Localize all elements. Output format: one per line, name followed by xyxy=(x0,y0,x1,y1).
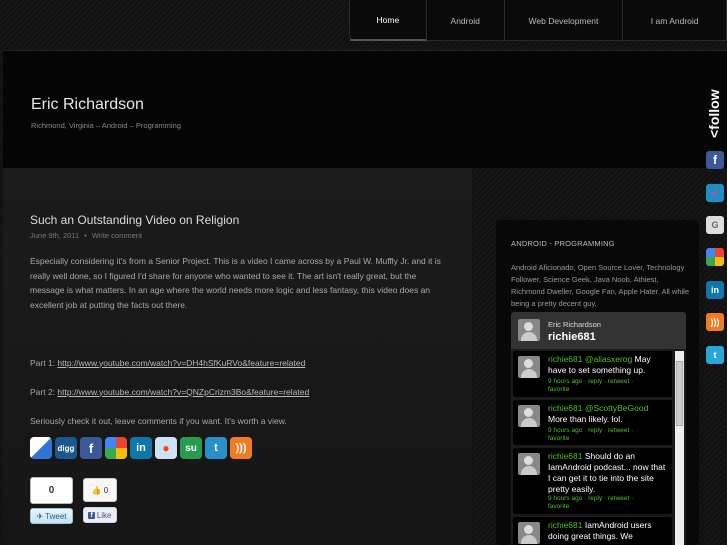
retweet-link[interactable]: retweet xyxy=(608,378,629,385)
nav-web-development[interactable]: Web Development xyxy=(505,0,624,41)
linkedin-icon[interactable]: in xyxy=(706,281,724,299)
top-navigation: Home Android Web Development I am Androi… xyxy=(349,0,727,41)
google-icon[interactable]: G xyxy=(706,216,724,234)
site-title[interactable]: Eric Richardson xyxy=(31,96,144,114)
sidebar-description: Android Aficionado, Open Source Lover, T… xyxy=(511,263,690,308)
thumbs-up-icon: 👍 xyxy=(91,485,102,495)
tweet-meta: 9 hours ago · reply · retweet · favorite xyxy=(548,427,634,442)
tweet-mention[interactable]: @ScottyBeGood xyxy=(585,403,648,413)
avatar[interactable] xyxy=(518,522,540,544)
tweet-text: More than likely. lol. xyxy=(548,414,623,424)
post-meta: June 9th, 2011 • Write comment xyxy=(30,231,142,240)
favorite-link[interactable]: favorite xyxy=(548,435,569,442)
twitter-bird-icon: ✈ xyxy=(36,511,44,521)
tweet-list: richie681 @aliasxerog May have to set so… xyxy=(511,349,686,545)
retweet-link[interactable]: retweet xyxy=(608,427,629,434)
foursquare-icon[interactable]: ✔ xyxy=(706,184,724,202)
nav-android[interactable]: Android xyxy=(427,0,505,41)
google-icon[interactable] xyxy=(105,437,127,459)
delicious-icon[interactable] xyxy=(30,437,52,459)
tweet-item: richie681 @ScottyBeGood More than likely… xyxy=(513,400,672,445)
post-date: June 9th, 2011 xyxy=(30,231,80,240)
facebook-icon[interactable]: f xyxy=(706,151,724,169)
twitter-username[interactable]: richie681 xyxy=(548,331,596,343)
facebook-like-button[interactable]: f Like xyxy=(83,507,117,523)
twitter-display-name: Eric Richardson xyxy=(548,320,601,329)
tweet-meta: 9 hours ago · reply · retweet · favorite xyxy=(548,495,634,510)
post-title[interactable]: Such an Outstanding Video on Religion xyxy=(30,213,239,227)
tweet-count: 0 xyxy=(30,477,73,504)
reply-link[interactable]: reply xyxy=(588,495,602,502)
twitter-widget: Eric Richardson richie681 richie681 @ali… xyxy=(511,312,686,545)
post-body: Especially considering it's from a Senio… xyxy=(30,254,450,443)
part2-line: Part 2: http://www.youtube.com/watch?v=Q… xyxy=(30,386,310,397)
tweet-item: richie681 @aliasxerog May have to set so… xyxy=(513,351,672,397)
part1-link[interactable]: http://www.youtube.com/watch?v=DH4hSfKuR… xyxy=(57,358,305,368)
reply-link[interactable]: reply xyxy=(588,378,602,385)
tweet-mention[interactable]: @aliasxerog xyxy=(585,354,632,364)
digg-icon[interactable]: digg xyxy=(55,437,77,459)
tweet-item: richie681 Should do an IamAndroid podcas… xyxy=(513,448,672,514)
site-header: Eric Richardson Richmond, Virginia – And… xyxy=(3,50,727,168)
like-count: 👍 0 xyxy=(83,478,117,502)
nav-home[interactable]: Home xyxy=(350,0,427,41)
meta-separator: • xyxy=(84,231,87,240)
facebook-icon[interactable]: f xyxy=(80,437,102,459)
follow-label: <follow xyxy=(706,89,722,139)
part2-link[interactable]: http://www.youtube.com/watch?v=QNZpCrizm… xyxy=(57,387,309,397)
facebook-icon: f xyxy=(88,511,95,519)
write-comment-link[interactable]: Write comment xyxy=(92,231,142,240)
avatar[interactable] xyxy=(518,356,540,378)
nav-i-am-android[interactable]: I am Android xyxy=(623,0,726,41)
twitter-icon[interactable]: t xyxy=(205,437,227,459)
avatar[interactable] xyxy=(518,405,540,427)
site-tagline: Richmond, Virginia – Android – Programmi… xyxy=(31,121,181,130)
twitter-icon[interactable]: t xyxy=(706,346,724,364)
tweet-meta: 9 hours ago · reply · retweet · favorite xyxy=(548,378,634,393)
post-paragraph: Especially considering it's from a Senio… xyxy=(30,256,441,310)
scrollbar-thumb[interactable] xyxy=(676,361,683,426)
reply-link[interactable]: reply xyxy=(588,427,602,434)
tweet-item: richie681 IamAndroid users doing great t… xyxy=(513,517,672,545)
retweet-link[interactable]: retweet xyxy=(608,495,629,502)
post-closing: Seriously check it out, leave comments i… xyxy=(30,415,287,426)
avatar[interactable] xyxy=(518,319,540,341)
tweet-user[interactable]: richie681 xyxy=(548,403,583,413)
sidebar-heading: ANDROID - PROGRAMMING xyxy=(511,239,615,248)
twitter-widget-header: Eric Richardson richie681 xyxy=(511,312,686,349)
main-content: Such an Outstanding Video on Religion Ju… xyxy=(3,168,473,545)
tweet-user[interactable]: richie681 xyxy=(548,354,583,364)
tweet-user[interactable]: richie681 xyxy=(548,451,583,461)
google-reader-icon[interactable] xyxy=(706,248,724,266)
tweet-user[interactable]: richie681 xyxy=(548,520,583,530)
rss-icon[interactable]: ))) xyxy=(706,313,724,331)
stumbleupon-icon[interactable]: su xyxy=(180,437,202,459)
tweet-button[interactable]: ✈ Tweet xyxy=(30,508,73,524)
favorite-link[interactable]: favorite xyxy=(548,386,569,393)
tweet-scrollbar[interactable] xyxy=(675,351,684,545)
avatar[interactable] xyxy=(518,453,540,475)
favorite-link[interactable]: favorite xyxy=(548,503,569,510)
share-icons: digg f in ● su t ))) xyxy=(30,437,252,459)
follow-bar: <follow f ✔ G in ))) t xyxy=(704,85,727,375)
rss-icon[interactable]: ))) xyxy=(230,437,252,459)
post-spacer xyxy=(30,327,450,342)
linkedin-icon[interactable]: in xyxy=(130,437,152,459)
part1-line: Part 1: http://www.youtube.com/watch?v=D… xyxy=(30,357,306,368)
reddit-icon[interactable]: ● xyxy=(155,437,177,459)
